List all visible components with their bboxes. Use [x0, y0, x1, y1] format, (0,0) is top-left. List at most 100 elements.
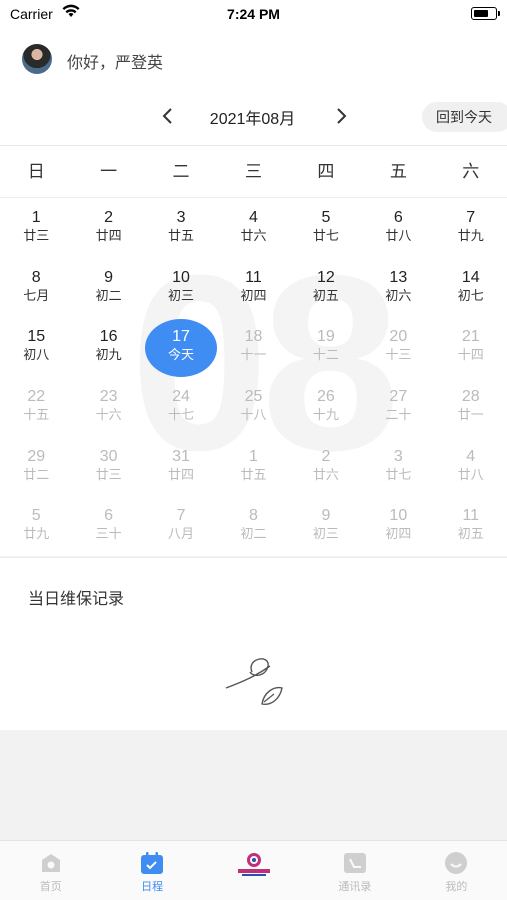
lunar-date: 三十: [95, 526, 122, 542]
day-number: 20: [389, 328, 408, 346]
day-number: 17: [172, 328, 190, 346]
calendar-day[interactable]: 10 初四: [362, 496, 434, 556]
lunar-date: 廿一: [457, 407, 484, 423]
avatar[interactable]: [22, 44, 52, 74]
lunar-date: 初三: [312, 526, 339, 542]
day-number: 5: [321, 209, 331, 226]
calendar-day[interactable]: 2 廿四: [72, 198, 144, 258]
calendar-day[interactable]: 13 初六: [362, 258, 434, 318]
calendar-day[interactable]: 2 廿六: [290, 437, 362, 497]
lunar-date: 廿三: [95, 466, 122, 482]
calendar-day[interactable]: 20 十三: [362, 317, 434, 377]
day-number: 7: [176, 507, 186, 525]
tab-brand-logo[interactable]: [203, 841, 304, 900]
lunar-date: 初八: [23, 347, 50, 363]
profile-icon: [406, 851, 507, 875]
calendar-day[interactable]: 30 廿三: [72, 437, 144, 497]
tab-profile[interactable]: 我的: [406, 841, 507, 900]
calendar-day[interactable]: 9 初三: [290, 496, 362, 556]
lunar-date: 廿七: [385, 466, 412, 482]
calendar-day[interactable]: 16 初九: [72, 317, 144, 377]
tab-label: 我的: [445, 881, 468, 893]
day-number: 4: [466, 447, 476, 465]
day-number: 9: [104, 268, 114, 286]
day-number: 28: [461, 388, 480, 406]
calendar-day[interactable]: 22 十五: [0, 377, 72, 437]
lunar-date: 十六: [95, 407, 122, 423]
chevron-left-icon: [162, 108, 172, 124]
day-number: 21: [461, 328, 480, 346]
lunar-date: 廿九: [457, 228, 484, 243]
calendar-day[interactable]: 7 八月: [145, 496, 217, 556]
lunar-date: 十七: [168, 407, 195, 423]
calendar-day[interactable]: 1 廿三: [0, 198, 72, 258]
calendar-day[interactable]: 26 十九: [290, 377, 362, 437]
calendar-day[interactable]: 5 廿七: [290, 198, 362, 258]
lunar-date: 廿四: [168, 466, 195, 482]
calendar-week-row: 1 廿三 2 廿四 3 廿五 4 廿六 5 廿七 6 廿八 7 廿九: [0, 198, 507, 258]
tab-home[interactable]: 首页: [0, 841, 101, 900]
back-to-today-button[interactable]: 回到今天: [422, 102, 507, 132]
tab-label: 日程: [141, 881, 164, 893]
lunar-date: 初五: [457, 526, 484, 542]
day-number: 1: [31, 209, 41, 226]
greeting-header: 你好，严登英: [0, 28, 507, 90]
day-number: 29: [27, 447, 46, 465]
home-icon: [0, 851, 101, 875]
contacts-icon: [304, 851, 405, 875]
lunar-date: 廿九: [23, 526, 50, 542]
day-number: 13: [389, 268, 408, 286]
calendar-day[interactable]: 1 廿五: [217, 437, 289, 497]
tab-calendar[interactable]: 日程: [101, 841, 202, 900]
calendar-day[interactable]: 11 初四: [217, 258, 289, 318]
calendar-day[interactable]: 21 十四: [435, 317, 507, 377]
day-number: 2: [104, 209, 114, 226]
calendar-day[interactable]: 4 廿六: [217, 198, 289, 258]
calendar-day[interactable]: 31 廿四: [145, 437, 217, 497]
calendar-day[interactable]: 23 十六: [72, 377, 144, 437]
calendar-day[interactable]: 25 十八: [217, 377, 289, 437]
day-number: 5: [31, 507, 41, 525]
calendar-day[interactable]: 5 廿九: [0, 496, 72, 556]
calendar-day[interactable]: 4 廿八: [435, 437, 507, 497]
calendar-day[interactable]: 11 初五: [435, 496, 507, 556]
weekday-label: 三: [244, 162, 262, 181]
day-number: 3: [393, 447, 403, 465]
calendar-day[interactable]: 9 初二: [72, 258, 144, 318]
calendar-day-today[interactable]: 17 今天: [145, 317, 218, 378]
day-number: 8: [249, 507, 258, 525]
calendar-day[interactable]: 3 廿五: [145, 198, 217, 258]
lunar-date: 初四: [385, 526, 412, 542]
calendar-day[interactable]: 18 十一: [217, 317, 289, 377]
lunar-date: 廿二: [23, 466, 50, 482]
calendar-week-row: 22 十五 23 十六 24 十七 25 十八 26 十九 27 二十 28 廿一: [0, 377, 507, 437]
calendar-day[interactable]: 28 廿一: [435, 377, 507, 437]
calendar-day[interactable]: 29 廿二: [0, 437, 72, 497]
calendar-day[interactable]: 10 初三: [145, 258, 217, 318]
day-number: 9: [321, 507, 331, 525]
lunar-date: 十二: [312, 347, 339, 363]
next-month-button[interactable]: [330, 104, 354, 128]
calendar-day[interactable]: 15 初八: [0, 317, 72, 377]
prev-month-button[interactable]: [155, 104, 179, 128]
calendar-day[interactable]: 19 十二: [290, 317, 362, 377]
day-number: 16: [99, 328, 118, 346]
calendar-day[interactable]: 6 廿八: [362, 198, 434, 258]
calendar-week-row: 29 廿二 30 廿三 31 廿四 1 廿五 2 廿六 3 廿七 4 廿八: [0, 437, 507, 497]
calendar-day[interactable]: 7 廿九: [435, 198, 507, 258]
calendar-day[interactable]: 14 初七: [435, 258, 507, 318]
calendar-day[interactable]: 8 初二: [217, 496, 289, 556]
day-number: 25: [244, 388, 263, 406]
calendar-icon: [101, 851, 202, 875]
calendar-day[interactable]: 27 二十: [362, 377, 434, 437]
calendar-day[interactable]: 12 初五: [290, 258, 362, 318]
calendar-day[interactable]: 8 七月: [0, 258, 72, 318]
day-number: 12: [317, 268, 335, 286]
calendar-day[interactable]: 24 十七: [145, 377, 217, 437]
tab-contacts[interactable]: 通讯录: [304, 841, 405, 900]
calendar-day[interactable]: 6 三十: [72, 496, 144, 556]
day-number: 19: [317, 328, 335, 346]
day-number: 4: [249, 209, 258, 226]
calendar-day[interactable]: 3 廿七: [362, 437, 434, 497]
lunar-date: 初四: [240, 287, 267, 303]
